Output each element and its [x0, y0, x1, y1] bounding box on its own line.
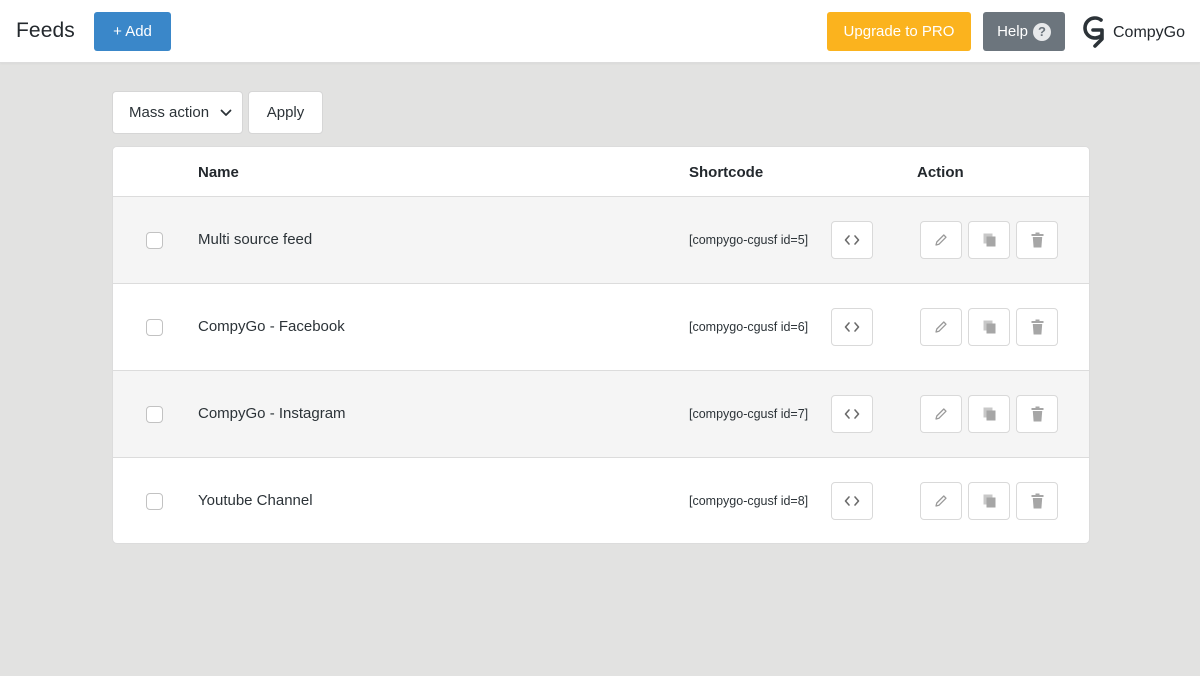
apply-button[interactable]: Apply — [248, 91, 323, 134]
feed-name: CompyGo - Instagram — [198, 405, 346, 422]
pencil-icon — [934, 494, 948, 508]
trash-icon — [1031, 319, 1044, 335]
pencil-icon — [934, 233, 948, 247]
feeds-table: Name Shortcode Action Multi source feed … — [112, 146, 1090, 544]
delete-button[interactable] — [1016, 221, 1058, 259]
copy-shortcode-button[interactable] — [831, 395, 873, 433]
delete-button[interactable] — [1016, 395, 1058, 433]
code-icon — [844, 408, 860, 420]
edit-button[interactable] — [920, 395, 962, 433]
duplicate-button[interactable] — [968, 308, 1010, 346]
feed-shortcode: [compygo-cgusf id=8] — [689, 494, 809, 508]
feed-name: Multi source feed — [198, 231, 313, 248]
row-checkbox[interactable] — [146, 232, 163, 249]
edit-button[interactable] — [920, 482, 962, 520]
row-checkbox[interactable] — [146, 493, 163, 510]
question-circle-icon: ? — [1032, 22, 1051, 41]
help-label: Help — [997, 23, 1028, 40]
duplicate-icon — [982, 319, 997, 335]
code-icon — [844, 321, 860, 333]
duplicate-button[interactable] — [968, 482, 1010, 520]
feed-shortcode: [compygo-cgusf id=7] — [689, 407, 809, 421]
edit-button[interactable] — [920, 221, 962, 259]
top-bar: Feeds + Add Upgrade to PRO Help ? CompyG… — [0, 0, 1200, 63]
row-checkbox[interactable] — [146, 319, 163, 336]
copy-shortcode-button[interactable] — [831, 308, 873, 346]
mass-action-value: Mass action — [129, 104, 210, 121]
delete-button[interactable] — [1016, 308, 1058, 346]
feed-shortcode: [compygo-cgusf id=5] — [689, 233, 809, 247]
delete-button[interactable] — [1016, 482, 1058, 520]
edit-button[interactable] — [920, 308, 962, 346]
table-row: CompyGo - Instagram [compygo-cgusf id=7] — [113, 371, 1089, 458]
table-row: CompyGo - Facebook [compygo-cgusf id=6] — [113, 284, 1089, 371]
mass-action-select[interactable]: Mass action — [112, 91, 243, 134]
feed-name: Youtube Channel — [198, 492, 313, 509]
compygo-logo-icon — [1081, 14, 1109, 53]
add-feed-button[interactable]: + Add — [94, 12, 171, 51]
duplicate-icon — [982, 232, 997, 248]
feed-shortcode: [compygo-cgusf id=6] — [689, 320, 809, 334]
pencil-icon — [934, 407, 948, 421]
brand-logo: CompyGo — [1081, 14, 1186, 53]
brand-name: CompyGo — [1113, 24, 1186, 41]
feed-name: CompyGo - Facebook — [198, 318, 345, 335]
copy-shortcode-button[interactable] — [831, 221, 873, 259]
code-icon — [844, 234, 860, 246]
table-row: Multi source feed [compygo-cgusf id=5] — [113, 197, 1089, 284]
trash-icon — [1031, 406, 1044, 422]
duplicate-icon — [982, 406, 997, 422]
code-icon — [844, 495, 860, 507]
duplicate-icon — [982, 493, 997, 509]
page-title: Feeds — [16, 19, 75, 42]
row-checkbox[interactable] — [146, 406, 163, 423]
column-header-action: Action — [917, 164, 964, 181]
copy-shortcode-button[interactable] — [831, 482, 873, 520]
table-row: Youtube Channel [compygo-cgusf id=8] — [113, 458, 1089, 543]
trash-icon — [1031, 493, 1044, 509]
table-header: Name Shortcode Action — [113, 147, 1089, 197]
upgrade-to-pro-button[interactable]: Upgrade to PRO — [827, 12, 971, 51]
column-header-shortcode: Shortcode — [689, 164, 764, 181]
trash-icon — [1031, 232, 1044, 248]
duplicate-button[interactable] — [968, 221, 1010, 259]
pencil-icon — [934, 320, 948, 334]
duplicate-button[interactable] — [968, 395, 1010, 433]
column-header-name: Name — [198, 164, 239, 181]
chevron-down-icon — [219, 106, 233, 124]
help-button[interactable]: Help ? — [983, 12, 1065, 51]
